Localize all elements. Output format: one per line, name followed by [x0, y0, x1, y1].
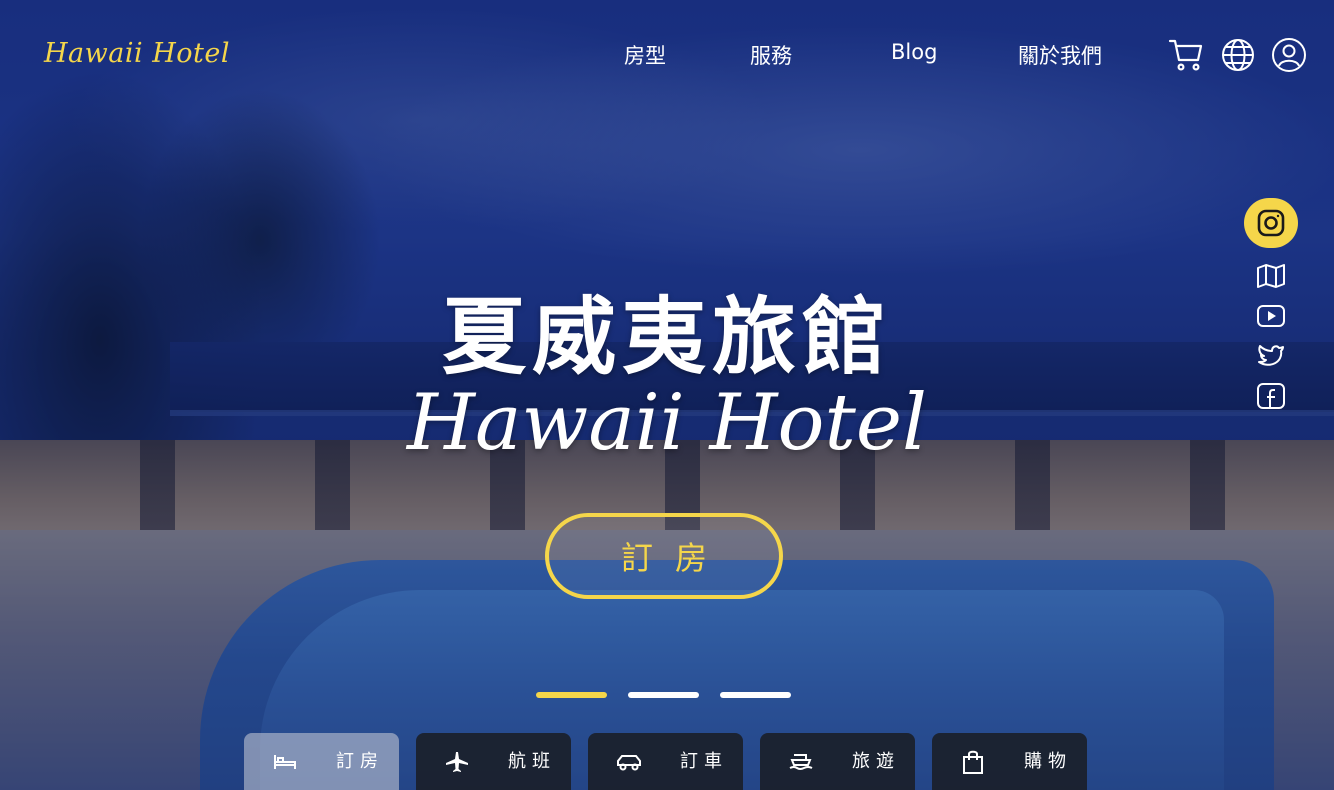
nav-services[interactable]: 服務 — [750, 40, 792, 70]
tab-shopping[interactable]: 購物 — [932, 733, 1087, 790]
instagram-icon[interactable] — [1244, 198, 1298, 248]
tab-book-room[interactable]: 訂房 — [244, 733, 399, 790]
shopping-bag-icon — [958, 750, 988, 774]
tab-car-rental-label: 訂車 — [680, 751, 728, 772]
user-icon[interactable] — [1270, 36, 1308, 74]
cart-icon[interactable] — [1167, 36, 1205, 74]
ship-icon — [786, 751, 816, 773]
tab-flights-label: 航班 — [508, 751, 556, 772]
car-icon — [614, 751, 644, 773]
globe-icon[interactable] — [1219, 36, 1257, 74]
tab-book-room-label: 訂房 — [336, 751, 384, 772]
hero-title-english: Hawaii Hotel — [407, 378, 927, 468]
carousel-dot-2[interactable] — [628, 692, 699, 698]
top-header: Hawaii Hotel 房型 服務 Blog 關於我們 — [0, 0, 1334, 110]
plane-icon — [442, 751, 472, 773]
tab-car-rental[interactable]: 訂車 — [588, 733, 743, 790]
carousel-dot-1[interactable] — [536, 692, 607, 698]
hero-title-chinese: 夏威夷旅館 — [441, 287, 892, 386]
nav-blog[interactable]: Blog — [891, 40, 937, 64]
book-room-button[interactable]: 訂房 — [545, 513, 783, 599]
tab-shopping-label: 購物 — [1024, 751, 1072, 772]
tab-travel-label: 旅遊 — [852, 751, 900, 772]
nav-about-us[interactable]: 關於我們 — [1018, 40, 1102, 70]
bed-icon — [270, 751, 300, 773]
carousel-indicators — [536, 692, 791, 698]
booking-tabs: 訂房 航班 訂車 旅遊 購物 — [244, 733, 1087, 790]
carousel-dot-3[interactable] — [720, 692, 791, 698]
tab-flights[interactable]: 航班 — [416, 733, 571, 790]
logo[interactable]: Hawaii Hotel — [44, 38, 230, 69]
tab-travel[interactable]: 旅遊 — [760, 733, 915, 790]
nav-room-types[interactable]: 房型 — [624, 40, 666, 70]
